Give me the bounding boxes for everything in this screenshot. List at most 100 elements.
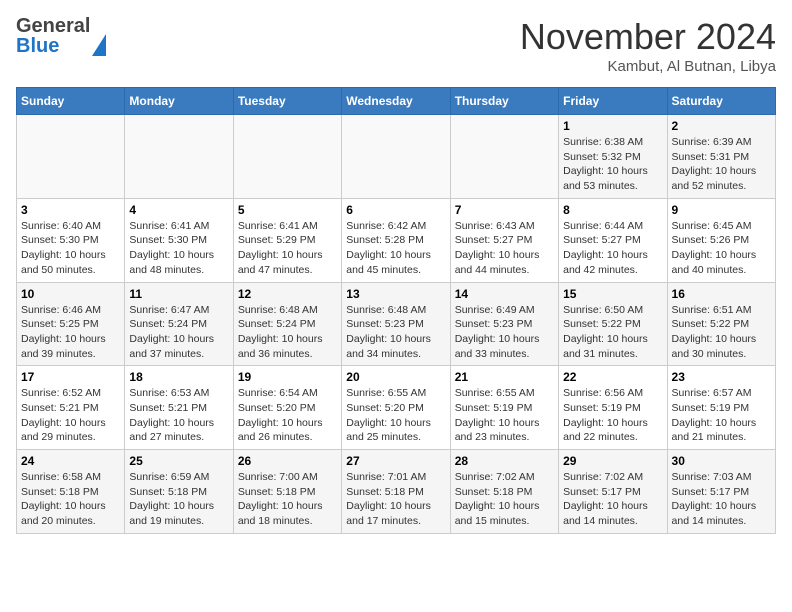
- day-info: Sunrise: 7:00 AM Sunset: 5:18 PM Dayligh…: [238, 470, 337, 529]
- calendar-day-cell: 2 Sunrise: 6:39 AM Sunset: 5:31 PM Daylig…: [667, 115, 775, 199]
- calendar-day-cell: 13Sunrise: 6:48 AM Sunset: 5:23 PM Dayli…: [342, 282, 450, 366]
- day-info: Sunrise: 6:51 AM Sunset: 5:22 PM Dayligh…: [672, 303, 771, 362]
- calendar-week-row: 10Sunrise: 6:46 AM Sunset: 5:25 PM Dayli…: [17, 282, 776, 366]
- day-info: Sunrise: 7:03 AM Sunset: 5:17 PM Dayligh…: [672, 470, 771, 529]
- day-number: 4: [129, 203, 228, 217]
- day-number: 12: [238, 287, 337, 301]
- weekday-header-thursday: Thursday: [450, 88, 558, 115]
- calendar-day-cell: [125, 115, 233, 199]
- calendar-day-cell: 6 Sunrise: 6:42 AM Sunset: 5:28 PM Daylig…: [342, 198, 450, 282]
- calendar-day-cell: 3 Sunrise: 6:40 AM Sunset: 5:30 PM Daylig…: [17, 198, 125, 282]
- day-number: 25: [129, 454, 228, 468]
- day-info: Sunrise: 6:43 AM Sunset: 5:27 PM Dayligh…: [455, 219, 554, 278]
- day-info: Sunrise: 7:01 AM Sunset: 5:18 PM Dayligh…: [346, 470, 445, 529]
- day-info: Sunrise: 6:52 AM Sunset: 5:21 PM Dayligh…: [21, 386, 120, 445]
- day-info: Sunrise: 6:48 AM Sunset: 5:24 PM Dayligh…: [238, 303, 337, 362]
- day-number: 29: [563, 454, 662, 468]
- day-number: 15: [563, 287, 662, 301]
- day-number: 26: [238, 454, 337, 468]
- day-info: Sunrise: 6:54 AM Sunset: 5:20 PM Dayligh…: [238, 386, 337, 445]
- day-info: Sunrise: 6:39 AM Sunset: 5:31 PM Dayligh…: [672, 135, 771, 194]
- day-number: 14: [455, 287, 554, 301]
- calendar-day-cell: 26 Sunrise: 7:00 AM Sunset: 5:18 PM Dayli…: [233, 450, 341, 534]
- calendar-day-cell: 7 Sunrise: 6:43 AM Sunset: 5:27 PM Daylig…: [450, 198, 558, 282]
- day-info: Sunrise: 7:02 AM Sunset: 5:17 PM Dayligh…: [563, 470, 662, 529]
- location-subtitle: Kambut, Al Butnan, Libya: [520, 58, 776, 75]
- day-info: Sunrise: 6:41 AM Sunset: 5:30 PM Dayligh…: [129, 219, 228, 278]
- day-number: 23: [672, 370, 771, 384]
- day-info: Sunrise: 6:44 AM Sunset: 5:27 PM Dayligh…: [563, 219, 662, 278]
- weekday-header-saturday: Saturday: [667, 88, 775, 115]
- day-number: 18: [129, 370, 228, 384]
- day-number: 6: [346, 203, 445, 217]
- calendar-week-row: 17 Sunrise: 6:52 AM Sunset: 5:21 PM Dayli…: [17, 366, 776, 450]
- day-info: Sunrise: 6:38 AM Sunset: 5:32 PM Dayligh…: [563, 135, 662, 194]
- calendar-day-cell: 15 Sunrise: 6:50 AM Sunset: 5:22 PM Dayli…: [559, 282, 667, 366]
- day-info: Sunrise: 6:59 AM Sunset: 5:18 PM Dayligh…: [129, 470, 228, 529]
- calendar-week-row: 3 Sunrise: 6:40 AM Sunset: 5:30 PM Daylig…: [17, 198, 776, 282]
- day-number: 30: [672, 454, 771, 468]
- calendar-day-cell: 8 Sunrise: 6:44 AM Sunset: 5:27 PM Daylig…: [559, 198, 667, 282]
- day-number: 2: [672, 119, 771, 133]
- calendar-day-cell: 30 Sunrise: 7:03 AM Sunset: 5:17 PM Dayli…: [667, 450, 775, 534]
- day-info: Sunrise: 6:55 AM Sunset: 5:19 PM Dayligh…: [455, 386, 554, 445]
- calendar-day-cell: 4 Sunrise: 6:41 AM Sunset: 5:30 PM Daylig…: [125, 198, 233, 282]
- day-info: Sunrise: 6:55 AM Sunset: 5:20 PM Dayligh…: [346, 386, 445, 445]
- calendar-day-cell: 9 Sunrise: 6:45 AM Sunset: 5:26 PM Daylig…: [667, 198, 775, 282]
- day-info: Sunrise: 6:53 AM Sunset: 5:21 PM Dayligh…: [129, 386, 228, 445]
- day-info: Sunrise: 6:47 AM Sunset: 5:24 PM Dayligh…: [129, 303, 228, 362]
- day-number: 22: [563, 370, 662, 384]
- calendar-week-row: 24Sunrise: 6:58 AM Sunset: 5:18 PM Dayli…: [17, 450, 776, 534]
- day-number: 28: [455, 454, 554, 468]
- day-number: 20: [346, 370, 445, 384]
- calendar-day-cell: [233, 115, 341, 199]
- title-block: November 2024 Kambut, Al Butnan, Libya: [520, 16, 776, 75]
- day-number: 3: [21, 203, 120, 217]
- day-info: Sunrise: 6:45 AM Sunset: 5:26 PM Dayligh…: [672, 219, 771, 278]
- page-header: General Blue November 2024 Kambut, Al Bu…: [16, 16, 776, 75]
- calendar-day-cell: 19 Sunrise: 6:54 AM Sunset: 5:20 PM Dayli…: [233, 366, 341, 450]
- day-number: 16: [672, 287, 771, 301]
- calendar-day-cell: 27 Sunrise: 7:01 AM Sunset: 5:18 PM Dayli…: [342, 450, 450, 534]
- weekday-header-tuesday: Tuesday: [233, 88, 341, 115]
- calendar-day-cell: 24Sunrise: 6:58 AM Sunset: 5:18 PM Dayli…: [17, 450, 125, 534]
- day-info: Sunrise: 6:50 AM Sunset: 5:22 PM Dayligh…: [563, 303, 662, 362]
- calendar-header-row: SundayMondayTuesdayWednesdayThursdayFrid…: [17, 88, 776, 115]
- day-info: Sunrise: 6:49 AM Sunset: 5:23 PM Dayligh…: [455, 303, 554, 362]
- day-number: 17: [21, 370, 120, 384]
- day-info: Sunrise: 6:42 AM Sunset: 5:28 PM Dayligh…: [346, 219, 445, 278]
- calendar-day-cell: [342, 115, 450, 199]
- calendar-week-row: 1 Sunrise: 6:38 AM Sunset: 5:32 PM Daylig…: [17, 115, 776, 199]
- calendar-day-cell: 29 Sunrise: 7:02 AM Sunset: 5:17 PM Dayli…: [559, 450, 667, 534]
- day-number: 5: [238, 203, 337, 217]
- calendar-day-cell: [450, 115, 558, 199]
- logo-triangle-icon: [92, 34, 106, 56]
- calendar-day-cell: 12 Sunrise: 6:48 AM Sunset: 5:24 PM Dayli…: [233, 282, 341, 366]
- day-number: 1: [563, 119, 662, 133]
- day-number: 8: [563, 203, 662, 217]
- calendar-day-cell: 14 Sunrise: 6:49 AM Sunset: 5:23 PM Dayli…: [450, 282, 558, 366]
- day-number: 19: [238, 370, 337, 384]
- day-number: 7: [455, 203, 554, 217]
- day-number: 27: [346, 454, 445, 468]
- calendar-day-cell: 28Sunrise: 7:02 AM Sunset: 5:18 PM Dayli…: [450, 450, 558, 534]
- day-info: Sunrise: 6:41 AM Sunset: 5:29 PM Dayligh…: [238, 219, 337, 278]
- day-info: Sunrise: 6:58 AM Sunset: 5:18 PM Dayligh…: [21, 470, 120, 529]
- day-number: 11: [129, 287, 228, 301]
- calendar-day-cell: 5 Sunrise: 6:41 AM Sunset: 5:29 PM Daylig…: [233, 198, 341, 282]
- calendar-day-cell: 25 Sunrise: 6:59 AM Sunset: 5:18 PM Dayli…: [125, 450, 233, 534]
- calendar-day-cell: 17 Sunrise: 6:52 AM Sunset: 5:21 PM Dayli…: [17, 366, 125, 450]
- day-number: 21: [455, 370, 554, 384]
- day-number: 9: [672, 203, 771, 217]
- calendar-day-cell: 10Sunrise: 6:46 AM Sunset: 5:25 PM Dayli…: [17, 282, 125, 366]
- calendar-table: SundayMondayTuesdayWednesdayThursdayFrid…: [16, 87, 776, 534]
- logo-general: General: [16, 16, 90, 36]
- calendar-day-cell: 1 Sunrise: 6:38 AM Sunset: 5:32 PM Daylig…: [559, 115, 667, 199]
- weekday-header-friday: Friday: [559, 88, 667, 115]
- calendar-day-cell: 18 Sunrise: 6:53 AM Sunset: 5:21 PM Dayli…: [125, 366, 233, 450]
- calendar-day-cell: 11 Sunrise: 6:47 AM Sunset: 5:24 PM Dayli…: [125, 282, 233, 366]
- day-number: 13: [346, 287, 445, 301]
- day-info: Sunrise: 6:40 AM Sunset: 5:30 PM Dayligh…: [21, 219, 120, 278]
- weekday-header-sunday: Sunday: [17, 88, 125, 115]
- calendar-day-cell: 22Sunrise: 6:56 AM Sunset: 5:19 PM Dayli…: [559, 366, 667, 450]
